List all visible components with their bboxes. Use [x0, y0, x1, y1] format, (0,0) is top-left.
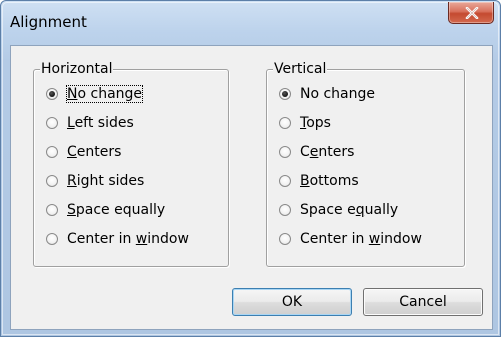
radio-button[interactable] [46, 204, 58, 216]
radio-vertical-no-change[interactable]: No change [279, 83, 375, 105]
window-title: Alignment [10, 13, 87, 31]
radio-button[interactable] [279, 175, 291, 187]
radio-label: Tops [300, 115, 331, 131]
radio-button[interactable] [279, 117, 291, 129]
radio-horizontal-left-sides[interactable]: Left sides [46, 112, 134, 134]
radio-vertical-bottoms[interactable]: Bottoms [279, 170, 359, 192]
horizontal-group-label: Horizontal [40, 60, 114, 78]
radio-horizontal-center-in-window[interactable]: Center in window [46, 228, 189, 250]
radio-label: Space equally [67, 202, 166, 218]
radio-vertical-tops[interactable]: Tops [279, 112, 331, 134]
cancel-button[interactable]: Cancel [363, 288, 483, 316]
horizontal-group: Horizontal No change Left sides Centers … [33, 60, 229, 267]
radio-label: Right sides [67, 173, 145, 189]
radio-vertical-space-equally[interactable]: Space equally [279, 199, 398, 221]
radio-label: No change [65, 85, 144, 103]
radio-vertical-center-in-window[interactable]: Center in window [279, 228, 422, 250]
radio-label: Space equally [300, 202, 399, 218]
radio-label: Bottoms [300, 173, 359, 189]
radio-button[interactable] [46, 117, 58, 129]
radio-selected-dot [282, 91, 288, 97]
radio-selected-dot [49, 91, 55, 97]
radio-horizontal-no-change[interactable]: No change [46, 83, 144, 105]
close-button[interactable] [448, 2, 494, 24]
radio-button[interactable] [279, 204, 291, 216]
radio-label: Center in window [300, 231, 422, 247]
radio-button[interactable] [46, 233, 58, 245]
radio-label: Centers [67, 144, 122, 160]
radio-button[interactable] [279, 233, 291, 245]
radio-vertical-centers[interactable]: Centers [279, 141, 354, 163]
radio-label: Left sides [67, 115, 134, 131]
vertical-group-label: Vertical [273, 60, 328, 78]
close-icon [465, 7, 479, 19]
radio-button[interactable] [46, 175, 58, 187]
radio-horizontal-space-equally[interactable]: Space equally [46, 199, 165, 221]
radio-label: No change [300, 86, 376, 102]
radio-button[interactable] [279, 146, 291, 158]
radio-label: Center in window [67, 231, 189, 247]
vertical-group: Vertical No change Tops Centers Bottoms … [266, 60, 465, 267]
radio-horizontal-centers[interactable]: Centers [46, 141, 121, 163]
ok-button[interactable]: OK [232, 288, 352, 316]
alignment-dialog: Alignment Horizontal No change Left side… [0, 0, 501, 337]
dialog-client-area: Horizontal No change Left sides Centers … [10, 45, 493, 330]
radio-label: Centers [300, 144, 355, 160]
radio-button[interactable] [46, 146, 58, 158]
radio-button[interactable] [46, 88, 58, 100]
radio-button[interactable] [279, 88, 291, 100]
radio-horizontal-right-sides[interactable]: Right sides [46, 170, 144, 192]
